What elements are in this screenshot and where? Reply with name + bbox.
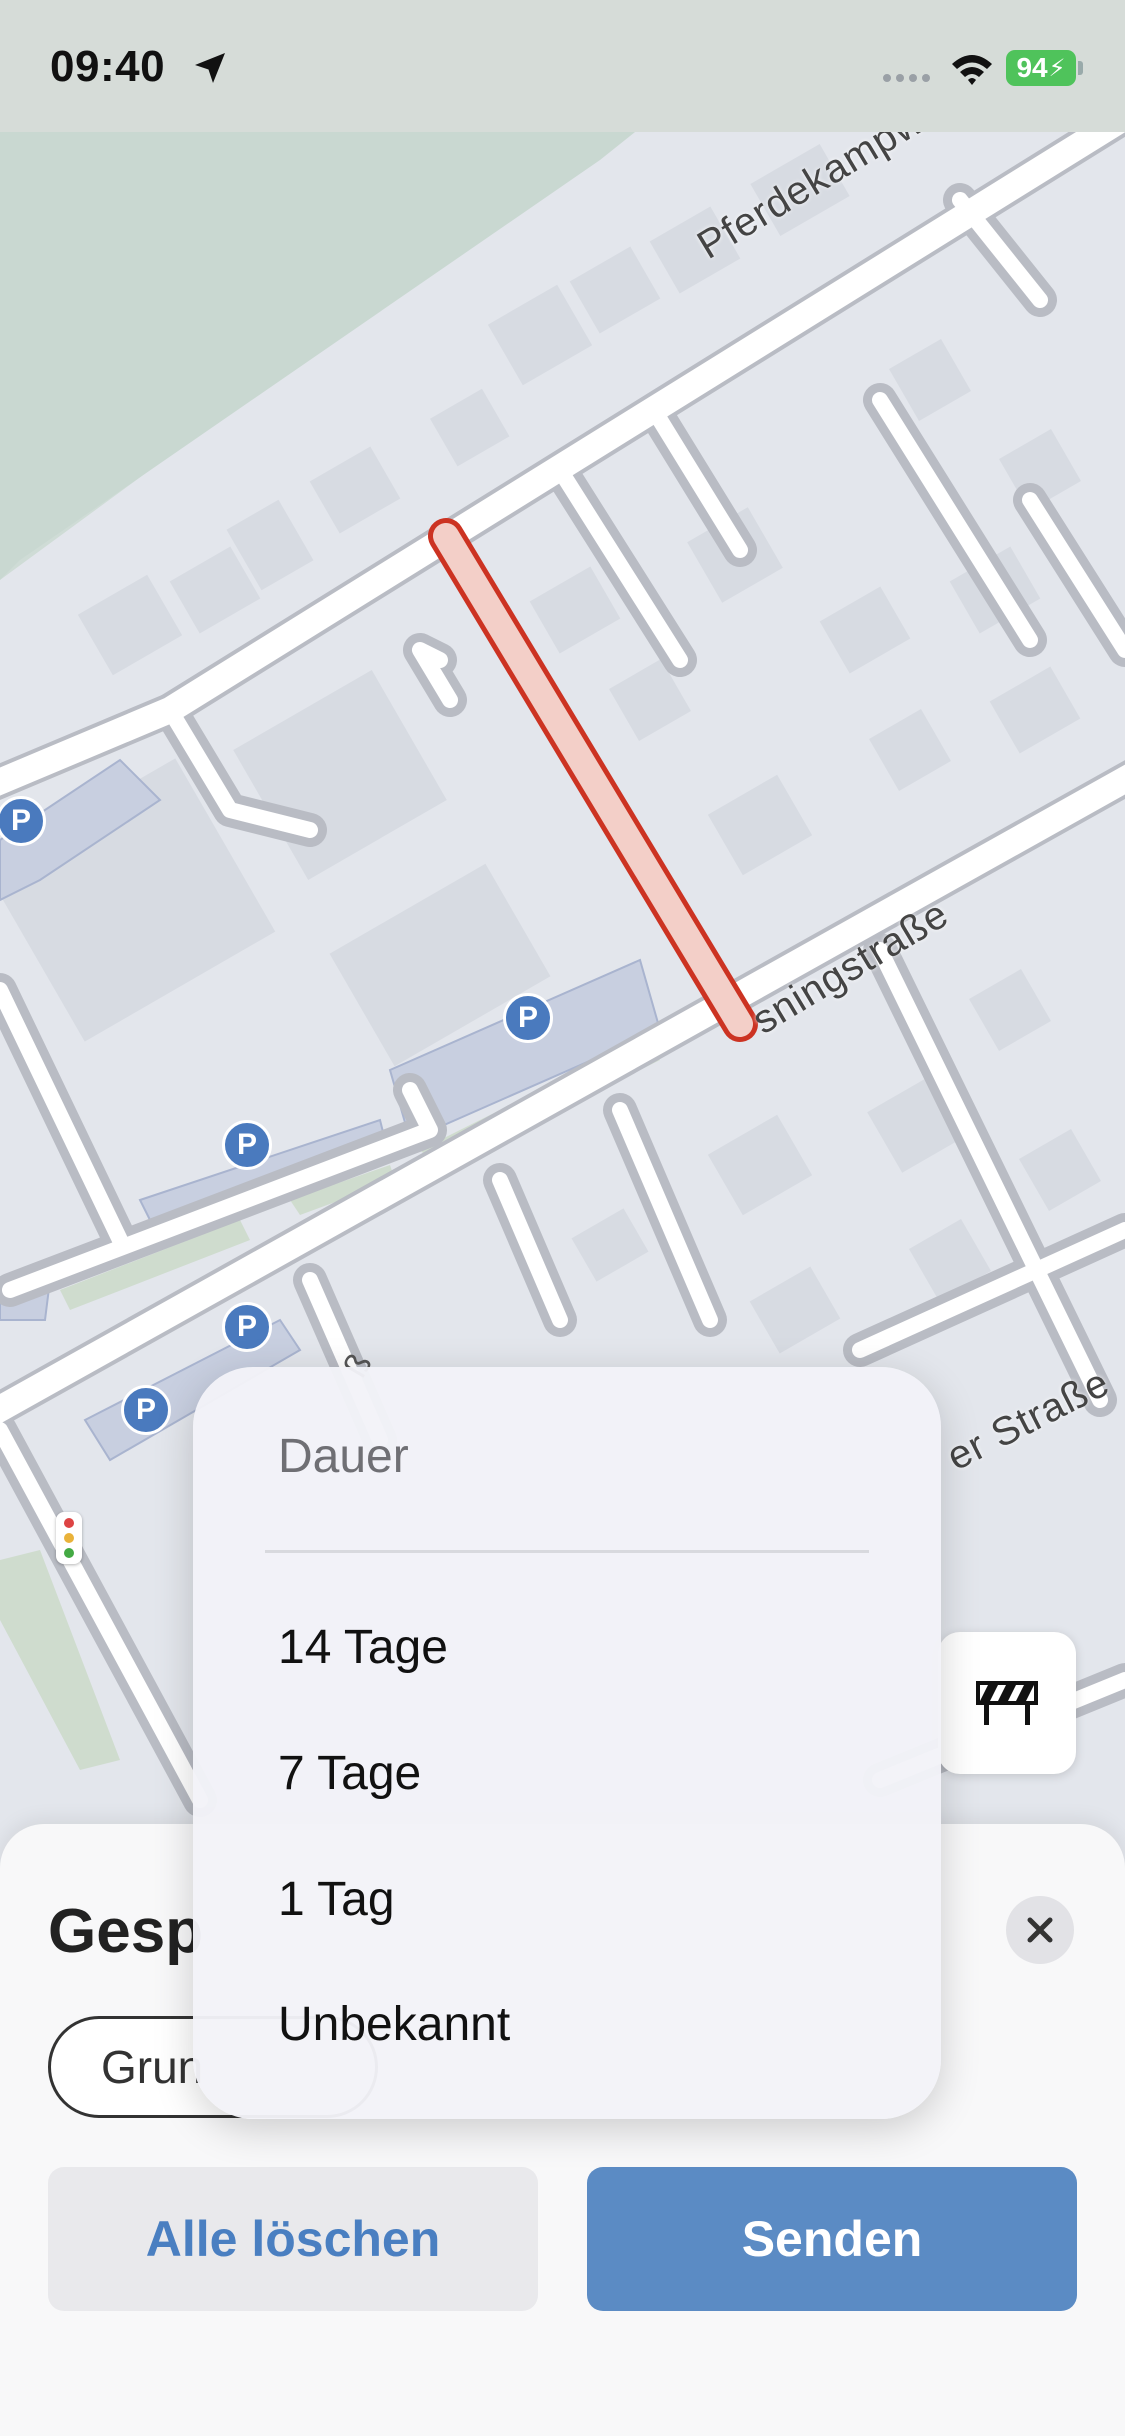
parking-marker-label: P xyxy=(135,1393,156,1426)
menu-item-unknown[interactable]: Unbekannt xyxy=(278,1997,510,2052)
parking-marker[interactable]: P xyxy=(222,1302,272,1352)
parking-marker-label: P xyxy=(10,804,31,837)
battery-nub xyxy=(1078,61,1083,75)
charging-bolt-icon: ⚡ xyxy=(1048,54,1066,82)
parking-marker[interactable]: P xyxy=(121,1385,171,1435)
close-icon xyxy=(1027,1917,1053,1943)
menu-item-14-days[interactable]: 14 Tage xyxy=(278,1620,448,1675)
close-button[interactable] xyxy=(1006,1896,1074,1964)
battery-level: 94 xyxy=(1016,52,1048,83)
clear-all-button[interactable]: Alle löschen xyxy=(48,2167,538,2311)
duration-menu: Dauer 14 Tage 7 Tage 1 Tag Unbekannt xyxy=(193,1367,941,2119)
parking-marker[interactable]: P xyxy=(503,993,553,1043)
parking-marker[interactable]: P xyxy=(222,1120,272,1170)
sheet-title: Gesp xyxy=(48,1897,204,1966)
traffic-light-icon xyxy=(56,1512,82,1564)
status-time: 09:40 xyxy=(50,42,166,91)
location-arrow-icon xyxy=(195,53,225,83)
parking-marker-label: P xyxy=(517,1001,538,1034)
menu-header: Dauer xyxy=(278,1430,409,1483)
status-bar: 09:40 94 ⚡ xyxy=(0,0,1125,132)
parking-marker-label: P xyxy=(236,1310,257,1343)
menu-item-1-day[interactable]: 1 Tag xyxy=(278,1872,395,1927)
menu-divider xyxy=(265,1550,869,1553)
parking-marker-label: P xyxy=(236,1128,257,1161)
battery-indicator: 94 ⚡ xyxy=(1006,50,1076,86)
construction-barrier-icon xyxy=(976,1681,1038,1725)
road-closure-button[interactable] xyxy=(938,1632,1076,1774)
menu-item-7-days[interactable]: 7 Tage xyxy=(278,1746,421,1801)
reason-chip-label: Grun xyxy=(101,2041,204,2093)
cellular-signal-icon xyxy=(883,74,930,82)
wifi-icon xyxy=(952,55,992,85)
send-button[interactable]: Senden xyxy=(587,2167,1077,2311)
